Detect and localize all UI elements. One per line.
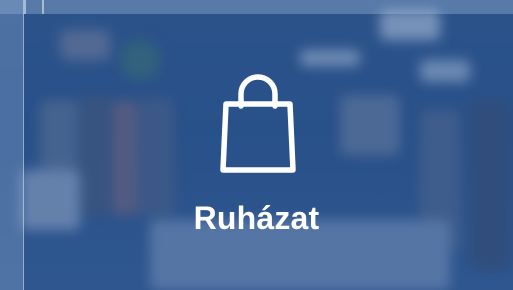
category-label: Ruházat (193, 200, 320, 236)
category-tile-clothing[interactable]: Ruházat (0, 0, 513, 290)
tile-content: Ruházat (0, 0, 513, 290)
shopping-bag-icon (220, 74, 296, 173)
